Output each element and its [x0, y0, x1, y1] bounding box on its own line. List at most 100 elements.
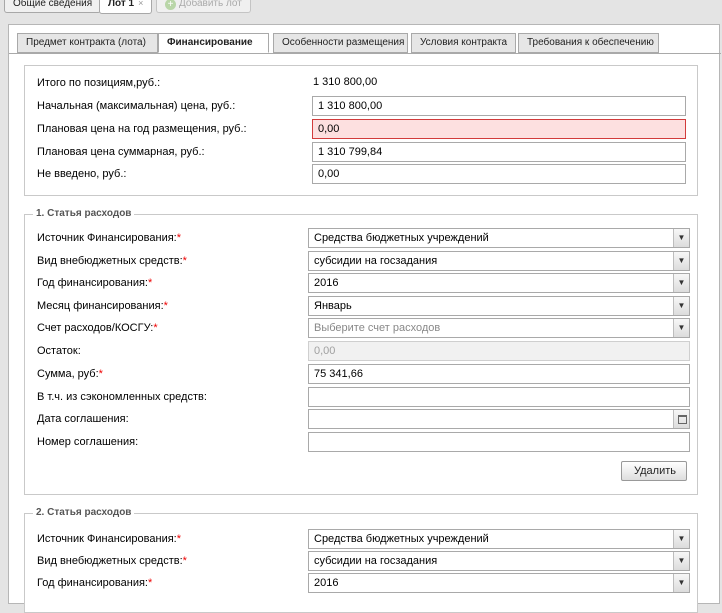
- year-label-2: Год финансирования:*: [37, 577, 152, 589]
- source-selected-value: Средства бюджетных учреждений: [314, 232, 489, 244]
- month-row: Месяц финансирования:* Январь ▼: [25, 296, 697, 316]
- tab-financing[interactable]: Финансирование: [158, 33, 269, 53]
- source-select-2[interactable]: Средства бюджетных учреждений ▼: [308, 529, 690, 549]
- tab-contract-subject-label: Предмет контракта (лота): [26, 37, 146, 48]
- month-selected-value: Январь: [314, 300, 352, 312]
- account-select[interactable]: Выберите счет расходов ▼: [308, 318, 690, 338]
- expense-item-1-title: 1. Статья расходов: [33, 208, 135, 219]
- tab-placement[interactable]: Особенности размещения: [273, 33, 408, 53]
- offbudget-selected-value: субсидии на госзадания: [314, 255, 438, 267]
- tab-lot-1[interactable]: Лот 1 ×: [99, 0, 153, 14]
- sum-row: Сумма, руб:*: [25, 364, 697, 384]
- not-entered-input[interactable]: [312, 164, 686, 184]
- year-selected-value-2: 2016: [314, 577, 339, 589]
- month-select[interactable]: Январь ▼: [308, 296, 690, 316]
- add-lot-label: Добавить лот: [179, 0, 242, 9]
- agreement-number-row: Номер соглашения:: [25, 432, 697, 452]
- agreement-number-label: Номер соглашения:: [37, 436, 139, 448]
- lot-panel: Предмет контракта (лота) Финансирование …: [8, 24, 721, 613]
- initial-price-row: Начальная (максимальная) цена, руб.:: [25, 96, 697, 116]
- chevron-down-icon[interactable]: ▼: [673, 530, 689, 548]
- total-row: Итого по позициям,руб.: 1 310 800,00: [25, 73, 697, 93]
- plus-icon: +: [165, 0, 176, 10]
- tab-lot-label: Лот 1: [108, 0, 135, 9]
- planned-sum-row: Плановая цена суммарная, руб.:: [25, 142, 697, 162]
- tab-placement-label: Особенности размещения: [282, 37, 405, 48]
- offbudget-row-2: Вид внебюджетных средств:* субсидии на г…: [25, 551, 697, 571]
- planned-year-row: Плановая цена на год размещения, руб.:: [25, 119, 697, 139]
- chevron-down-icon[interactable]: ▼: [673, 297, 689, 315]
- chevron-down-icon[interactable]: ▼: [673, 552, 689, 570]
- balance-row: Остаток:: [25, 341, 697, 361]
- balance-input: [308, 341, 690, 361]
- source-selected-value-2: Средства бюджетных учреждений: [314, 533, 489, 545]
- source-select[interactable]: Средства бюджетных учреждений ▼: [308, 228, 690, 248]
- offbudget-row: Вид внебюджетных средств:* субсидии на г…: [25, 251, 697, 271]
- total-label: Итого по позициям,руб.:: [37, 77, 161, 89]
- chevron-down-icon[interactable]: ▼: [673, 252, 689, 270]
- price-totals-box: Итого по позициям,руб.: 1 310 800,00 Нач…: [24, 65, 698, 196]
- not-entered-label: Не введено, руб.:: [37, 168, 127, 180]
- planned-sum-label: Плановая цена суммарная, руб.:: [37, 146, 205, 158]
- chevron-down-icon[interactable]: ▼: [673, 229, 689, 247]
- account-row: Счет расходов/КОСГУ:* Выберите счет расх…: [25, 318, 697, 338]
- account-label: Счет расходов/КОСГУ:*: [37, 322, 158, 334]
- balance-label: Остаток:: [37, 345, 81, 357]
- top-tab-bar: Общие сведения Лот 1 × + Добавить лот: [0, 0, 722, 14]
- sum-input[interactable]: [308, 364, 690, 384]
- not-entered-row: Не введено, руб.:: [25, 164, 697, 184]
- required-mark: *: [163, 300, 168, 312]
- year-label-text: Год финансирования:: [37, 277, 148, 289]
- close-tab-icon[interactable]: ×: [138, 0, 143, 8]
- offbudget-select[interactable]: субсидии на госзадания ▼: [308, 251, 690, 271]
- planned-year-input[interactable]: [312, 119, 686, 139]
- chevron-down-icon[interactable]: ▼: [673, 274, 689, 292]
- required-mark: *: [147, 577, 153, 589]
- source-label-2-text: Источник Финансирования:: [37, 533, 177, 545]
- savings-row: В т.ч. из сэкономленных средств:: [25, 387, 697, 407]
- source-label: Источник Финансирования:*: [37, 232, 181, 244]
- offbudget-select-2[interactable]: субсидии на госзадания ▼: [308, 551, 690, 571]
- savings-input[interactable]: [308, 387, 690, 407]
- planned-sum-input[interactable]: [312, 142, 686, 162]
- expense-item-2: 2. Статья расходов Источник Финансирован…: [24, 507, 698, 613]
- sum-label: Сумма, руб:*: [37, 368, 103, 380]
- tab-financing-label: Финансирование: [167, 37, 253, 48]
- agreement-number-input[interactable]: [308, 432, 690, 452]
- tab-security-requirements[interactable]: Требования к обеспечению: [518, 33, 659, 53]
- delete-expense-label: Удалить: [634, 465, 676, 477]
- expense-item-1: 1. Статья расходов Источник Финансирован…: [24, 208, 698, 495]
- tab-contract-terms[interactable]: Условия контракта: [411, 33, 516, 53]
- offbudget-label-2-text: Вид внебюджетных средств:: [37, 555, 183, 567]
- offbudget-label-text: Вид внебюджетных средств:: [37, 255, 183, 267]
- tab-general[interactable]: Общие сведения: [4, 0, 102, 13]
- agreement-date-row: Дата соглашения:: [25, 409, 697, 429]
- add-lot-button[interactable]: + Добавить лот: [156, 0, 251, 13]
- tab-divider: [9, 53, 721, 54]
- required-mark: *: [182, 555, 187, 567]
- year-row: Год финансирования:* 2016 ▼: [25, 273, 697, 293]
- source-label-2: Источник Финансирования:*: [37, 533, 181, 545]
- required-mark: *: [182, 255, 187, 267]
- chevron-down-icon[interactable]: ▼: [673, 319, 689, 337]
- source-label-text: Источник Финансирования:: [37, 232, 177, 244]
- initial-price-input[interactable]: [312, 96, 686, 116]
- source-row-2: Источник Финансирования:* Средства бюдже…: [25, 529, 697, 549]
- year-select[interactable]: 2016 ▼: [308, 273, 690, 293]
- tab-contract-subject[interactable]: Предмет контракта (лота): [17, 33, 158, 53]
- year-row-2: Год финансирования:* 2016 ▼: [25, 573, 697, 593]
- expense-item-2-title: 2. Статья расходов: [33, 507, 135, 518]
- calendar-icon[interactable]: [673, 410, 689, 428]
- sum-label-text: Сумма, руб:: [37, 368, 99, 380]
- offbudget-selected-value-2: субсидии на госзадания: [314, 555, 438, 567]
- source-row: Источник Финансирования:* Средства бюдже…: [25, 228, 697, 248]
- year-selected-value: 2016: [314, 277, 339, 289]
- year-label-2-text: Год финансирования:: [37, 577, 148, 589]
- year-select-2[interactable]: 2016 ▼: [308, 573, 690, 593]
- offbudget-label: Вид внебюджетных средств:*: [37, 255, 187, 267]
- chevron-down-icon[interactable]: ▼: [673, 574, 689, 592]
- delete-expense-button[interactable]: Удалить: [621, 461, 687, 481]
- required-mark: *: [153, 322, 158, 334]
- month-label: Месяц финансирования:*: [37, 300, 168, 312]
- agreement-date-input[interactable]: [308, 409, 690, 429]
